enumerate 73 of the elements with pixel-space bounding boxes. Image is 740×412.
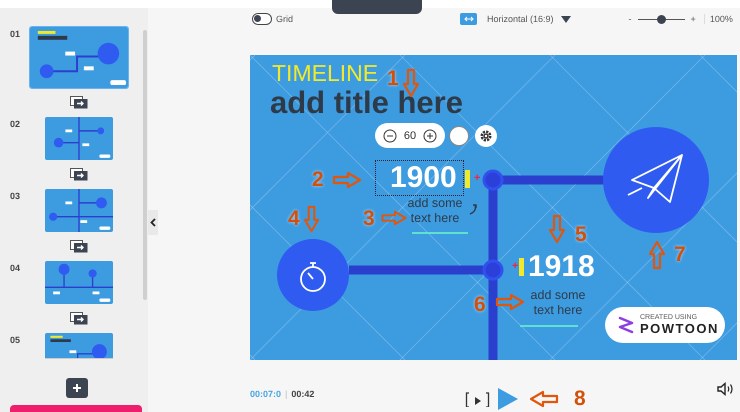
icon-circle[interactable] [603,127,709,233]
slide-thumbnail[interactable] [30,27,128,88]
zoom-in-button[interactable]: + [690,14,696,24]
step-number: 3 [363,207,375,231]
resize-icon [464,16,474,22]
paper-plane-icon [628,154,683,203]
collapse-button[interactable] [148,210,158,235]
grid-label: Grid [276,14,294,24]
event-text: add some text here [530,288,586,318]
icon-circle[interactable] [277,239,349,311]
zoom-out-button[interactable]: - [628,14,632,24]
font-size-control[interactable]: 60 [375,123,445,148]
step-number: 2 [312,168,324,192]
slide-thumbnail[interactable] [45,117,113,160]
scrollbar[interactable] [143,30,147,300]
slide-number: 03 [9,191,22,201]
transition-icon[interactable] [70,168,88,181]
current-time: 00:07:0 [250,389,282,399]
rotate-icon[interactable] [468,203,478,215]
underline [520,325,578,327]
orientation-button[interactable] [460,13,478,25]
add-slide-button[interactable] [66,378,88,398]
timeline-node [482,260,504,280]
event-text: add some text here [406,196,464,226]
font-size-value: 60 [404,130,416,142]
step-number: 7 [674,243,686,267]
arrow-icon [548,213,566,245]
play-button[interactable] [498,388,518,410]
logo-icon [617,315,635,335]
slide-number: 05 [9,335,22,345]
total-time: 00:42 [291,389,314,399]
plus-icon [423,128,438,142]
step-number: 8 [574,387,586,411]
slide-number: 02 [9,119,22,129]
plus-icon [72,383,82,393]
color-swatch[interactable] [449,126,469,146]
step-number: 4 [288,207,300,231]
marker-bar [519,258,524,276]
transition-icon[interactable] [70,312,88,325]
timeline-node [482,170,504,190]
minus-icon [382,128,397,142]
time-separator: | [285,389,288,399]
step-number: 6 [474,293,486,317]
arrow-icon [380,210,408,226]
slide-number: 01 [9,29,22,39]
play-icon [498,388,518,410]
settings-button[interactable] [475,125,497,147]
arrow-icon [303,205,320,233]
slide-thumbnail[interactable] [45,261,113,304]
grid-toggle[interactable] [252,13,272,25]
decrease-button[interactable] [382,128,397,142]
underline [412,232,468,234]
arrow-icon [332,171,362,189]
preview-button[interactable] [465,391,490,407]
title-tag: TIMELINE [272,60,378,87]
stopwatch-icon [300,262,326,292]
play-bracket-icon [465,391,490,407]
transition-icon[interactable] [70,96,88,109]
chevron-left-icon [150,218,156,227]
arrow-icon [495,293,525,311]
volume-icon[interactable] [717,382,735,396]
slide-number: 04 [9,263,22,273]
slide-thumbnail[interactable] [45,189,113,232]
increase-button[interactable] [423,128,438,142]
dropdown-icon[interactable] [560,16,571,22]
transition-icon[interactable] [70,240,88,253]
orientation-label: Horizontal (16:9) [487,14,554,24]
arrow-icon [648,240,666,270]
badge-brand: POWTOON [640,321,719,336]
zoom-level: 100% [704,14,733,24]
marker-bar [465,170,470,188]
settings-icon [479,129,493,143]
step-number: 5 [575,223,587,247]
